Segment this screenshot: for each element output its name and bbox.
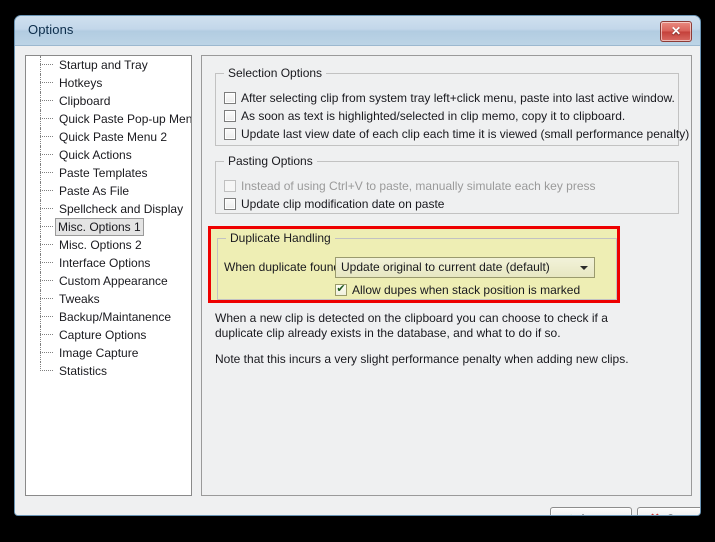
sidebar-item-label: Quick Paste Menu 2: [59, 130, 168, 144]
tree-branch-icon: [40, 64, 53, 66]
checkbox-row-update-last-view-date[interactable]: Update last view date of each clip each …: [224, 126, 689, 143]
sidebar-item-quick-paste-menu-2[interactable]: Quick Paste Menu 2: [26, 128, 191, 146]
dropdown-selected-value: Update original to current date (default…: [341, 260, 550, 274]
sidebar-item-label: Hotkeys: [59, 76, 103, 90]
checkbox-row-paste-last-active-window[interactable]: After selecting clip from system tray le…: [224, 90, 675, 107]
tree-branch-icon: [40, 136, 53, 138]
options-content-panel: Selection Options After selecting clip f…: [201, 55, 692, 496]
options-window: Options ✕ Startup and Tray Hotkeys Clipboa…: [14, 15, 701, 516]
checkbox-allow-dupes[interactable]: [335, 282, 347, 296]
accept-button[interactable]: ✔ Accept: [550, 507, 632, 515]
sidebar-item-tweaks[interactable]: Tweaks: [26, 290, 191, 308]
window-client-area: Startup and Tray Hotkeys Clipboard Quick Pa…: [15, 46, 700, 515]
cancel-button-label: Cancel: [666, 512, 700, 515]
sidebar-item-misc-options-2[interactable]: Misc. Options 2: [26, 236, 191, 254]
sidebar-item-quick-actions[interactable]: Quick Actions: [26, 146, 191, 164]
checkbox-label: Instead of using Ctrl+V to paste, manual…: [241, 179, 596, 193]
checkbox-simulate-key-press: [224, 180, 236, 192]
pasting-options-group: Pasting Options Instead of using Ctrl+V …: [215, 154, 679, 214]
sidebar-item-quick-paste-pop-up-menu[interactable]: Quick Paste Pop-up Menu: [26, 110, 191, 128]
sidebar-item-capture-options[interactable]: Capture Options: [26, 326, 191, 344]
sidebar-item-hotkeys[interactable]: Hotkeys: [26, 74, 191, 92]
checkbox-label: Update last view date of each clip each …: [241, 127, 690, 141]
checkbox-row-copy-highlighted-memo[interactable]: As soon as text is highlighted/selected …: [224, 108, 625, 125]
checkbox-row-update-modification-date[interactable]: Update clip modification date on paste: [224, 196, 444, 213]
tree-branch-icon: [40, 370, 53, 372]
sidebar-item-label: Quick Actions: [59, 148, 132, 162]
options-category-tree[interactable]: Startup and Tray Hotkeys Clipboard Quick Pa…: [25, 55, 192, 496]
tree-branch-icon: [40, 100, 53, 102]
checkbox-row-simulate-key-press: Instead of using Ctrl+V to paste, manual…: [224, 178, 596, 195]
sidebar-item-label: Backup/Maintanence: [59, 310, 172, 324]
tree-branch-icon: [40, 352, 53, 354]
sidebar-item-spellcheck-and-display[interactable]: Spellcheck and Display: [26, 200, 191, 218]
checkbox-row-allow-dupes[interactable]: Allow dupes when stack position is marke…: [335, 282, 580, 298]
checkmark-icon: ✔: [560, 511, 576, 515]
sidebar-item-label: Paste Templates: [59, 166, 148, 180]
pasting-options-title: Pasting Options: [224, 154, 317, 168]
x-mark-icon: ✖: [647, 511, 663, 515]
checkbox-label: After selecting clip from system tray le…: [241, 91, 675, 105]
sidebar-item-label: Misc. Options 1: [55, 218, 144, 236]
sidebar-item-label: Quick Paste Pop-up Menu: [59, 112, 192, 126]
sidebar-item-misc-options-1[interactable]: Misc. Options 1: [26, 218, 191, 236]
tree-branch-icon: [40, 172, 53, 174]
window-title: Options: [28, 22, 74, 37]
tree-branch-icon: [40, 226, 53, 228]
sidebar-item-label: Clipboard: [59, 94, 111, 108]
duplicate-handling-note-2: Note that this incurs a very slight perf…: [215, 352, 629, 366]
checkbox-paste-last-active-window[interactable]: [224, 92, 236, 104]
when-duplicate-found-label: When duplicate found:: [224, 260, 344, 274]
duplicate-handling-note-1: When a new clip is detected on the clipb…: [215, 311, 608, 340]
checkbox-update-last-view-date[interactable]: [224, 128, 236, 140]
tree-branch-icon: [40, 154, 53, 156]
sidebar-item-startup-and-tray[interactable]: Startup and Tray: [26, 56, 191, 74]
sidebar-item-label: Capture Options: [59, 328, 147, 342]
tree-branch-icon: [40, 190, 53, 192]
sidebar-item-label: Interface Options: [59, 256, 151, 270]
sidebar-item-label: Startup and Tray: [59, 58, 148, 72]
sidebar-item-label: Misc. Options 2: [59, 238, 142, 252]
close-button[interactable]: ✕: [660, 21, 692, 42]
sidebar-item-custom-appearance[interactable]: Custom Appearance: [26, 272, 191, 290]
tree-branch-icon: [40, 82, 53, 84]
cancel-button[interactable]: ✖ Cancel: [637, 507, 700, 515]
sidebar-item-interface-options[interactable]: Interface Options: [26, 254, 191, 272]
tree-branch-icon: [40, 118, 53, 120]
chevron-down-icon: [580, 266, 588, 270]
checkbox-label: Allow dupes when stack position is marke…: [352, 283, 581, 297]
duplicate-handling-highlight: Duplicate Handling When duplicate found:…: [208, 226, 620, 303]
sidebar-item-label: Custom Appearance: [59, 274, 168, 288]
checkbox-label: Update clip modification date on paste: [241, 197, 445, 211]
sidebar-item-backup-maintanence[interactable]: Backup/Maintanence: [26, 308, 191, 326]
when-duplicate-found-dropdown[interactable]: Update original to current date (default…: [335, 257, 595, 278]
sidebar-item-label: Statistics: [59, 364, 108, 378]
close-icon: ✕: [670, 24, 682, 38]
sidebar-item-label: Tweaks: [59, 292, 100, 306]
sidebar-item-label: Spellcheck and Display: [59, 202, 184, 216]
selection-options-group: Selection Options After selecting clip f…: [215, 66, 689, 146]
checkbox-update-modification-date[interactable]: [224, 198, 236, 210]
tree-branch-icon: [40, 244, 53, 246]
sidebar-item-label: Paste As File: [59, 184, 130, 198]
tree-branch-icon: [40, 334, 53, 336]
tree-branch-icon: [40, 280, 53, 282]
sidebar-item-paste-as-file[interactable]: Paste As File: [26, 182, 191, 200]
tree-branch-icon: [40, 298, 53, 300]
tree-branch-icon: [40, 262, 53, 264]
selection-options-title: Selection Options: [224, 66, 327, 80]
accept-button-label: Accept: [579, 512, 616, 515]
sidebar-item-label: Image Capture: [59, 346, 139, 360]
sidebar-item-clipboard[interactable]: Clipboard: [26, 92, 191, 110]
sidebar-item-statistics[interactable]: Statistics: [26, 362, 191, 380]
checkbox-label: As soon as text is highlighted/selected …: [241, 109, 626, 123]
tree-branch-icon: [40, 316, 53, 318]
tree-branch-icon: [40, 208, 53, 210]
sidebar-item-image-capture[interactable]: Image Capture: [26, 344, 191, 362]
checkbox-copy-highlighted-memo[interactable]: [224, 110, 236, 122]
sidebar-item-paste-templates[interactable]: Paste Templates: [26, 164, 191, 182]
window-titlebar: Options ✕: [15, 16, 700, 46]
duplicate-handling-title: Duplicate Handling: [226, 231, 335, 245]
